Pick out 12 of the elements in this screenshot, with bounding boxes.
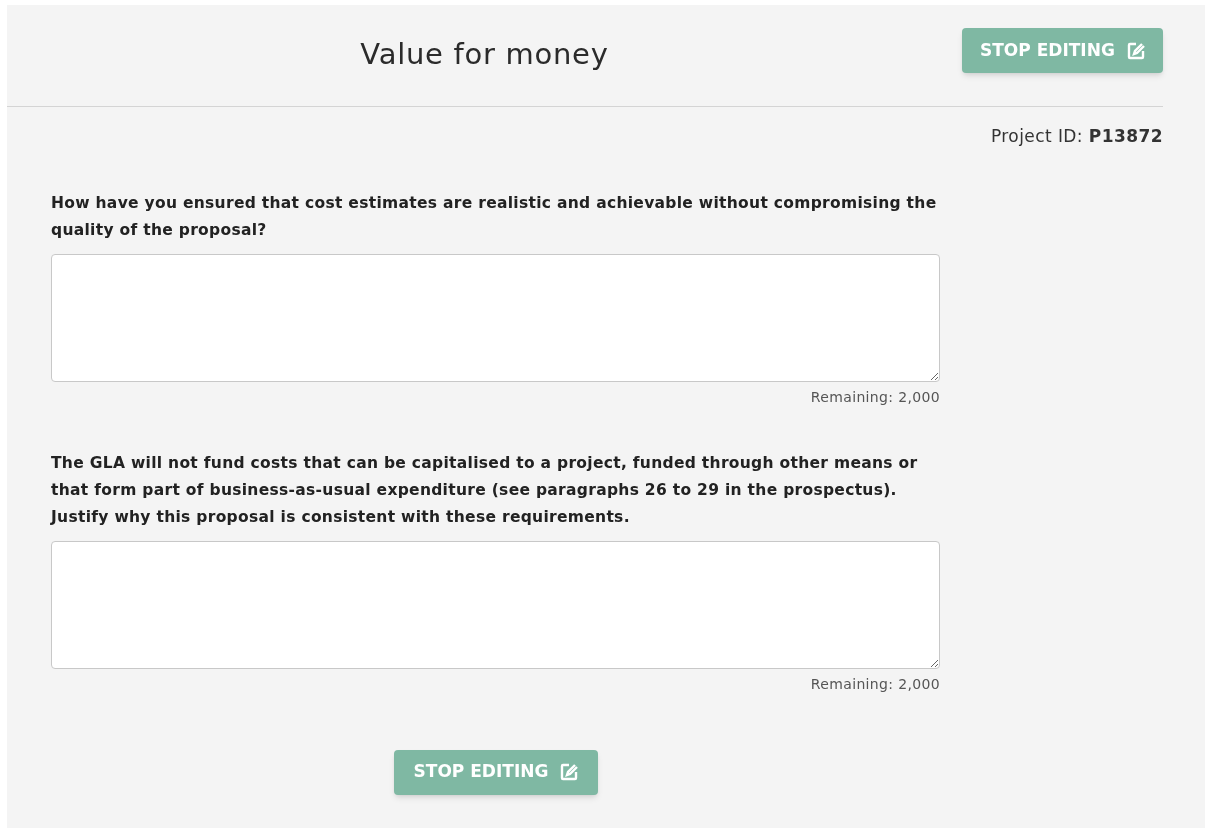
project-id: Project ID: P13872: [990, 125, 1163, 148]
remaining-count: Remaining: 2,000: [810, 387, 940, 407]
edit-icon: [1126, 41, 1145, 60]
remaining-count: Remaining: 2,000: [810, 674, 940, 694]
question-label: How have you ensured that cost estimates are realistic and achievable without compromising the quality of the proposal?: [51, 192, 938, 241]
stop-editing-button[interactable]: STOP EDITING: [394, 749, 598, 795]
edit-icon: [560, 763, 579, 781]
answer-box[interactable]: [51, 253, 940, 382]
answer-box[interactable]: [51, 540, 940, 669]
page-title: Value for money: [360, 36, 609, 73]
stop-editing-button[interactable]: STOP EDITING: [961, 28, 1163, 73]
question-label: The GLA will not fund costs that can be capitalised to a project, funded through other means or that form part of business-as-usual expenditure (see paragraphs 26 to 29 in the prospectus). Justify why this proposal is consistent with these requirements.: [51, 452, 919, 528]
